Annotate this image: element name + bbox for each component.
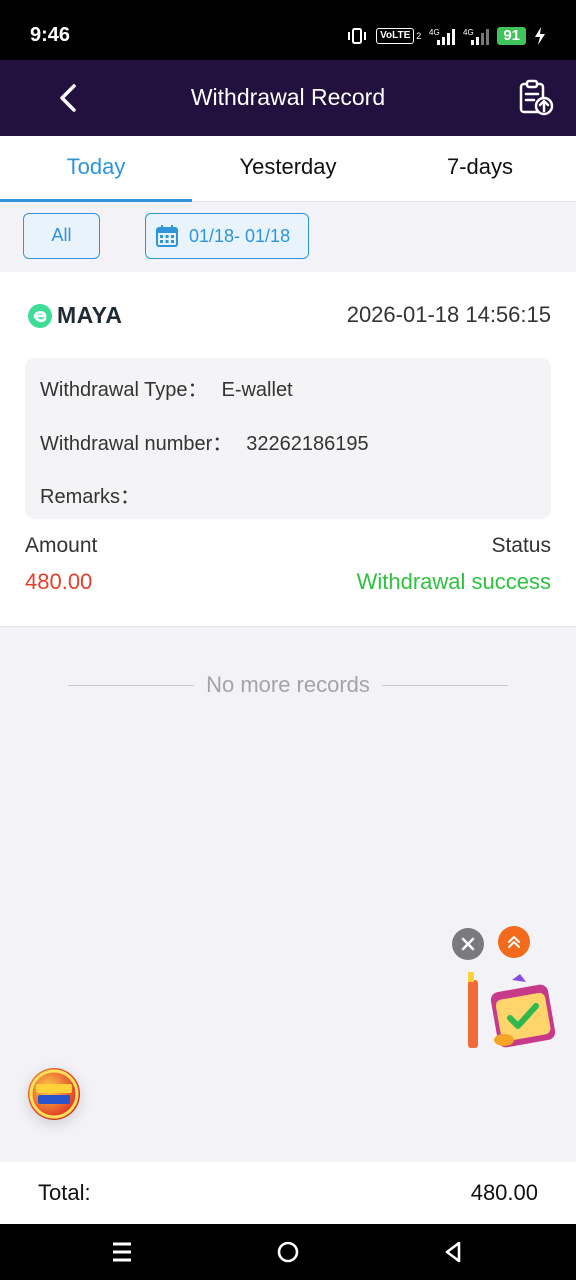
menu-icon[interactable] bbox=[108, 1238, 136, 1266]
filter-row: All 01/18- 01/18 bbox=[0, 202, 576, 272]
record-datetime: 2026-01-18 14:56:15 bbox=[346, 302, 551, 327]
tab-7-days[interactable]: 7-days bbox=[384, 136, 576, 201]
super-ph-badge-icon[interactable] bbox=[28, 1068, 80, 1120]
withdrawal-type-label: Withdrawal Type： bbox=[40, 379, 208, 401]
remarks-label: Remarks： bbox=[40, 486, 141, 508]
charging-icon bbox=[535, 27, 545, 45]
clipboard-upload-icon bbox=[519, 79, 554, 116]
list-end-indicator: No more records bbox=[68, 670, 508, 700]
amount-label: Amount bbox=[25, 534, 98, 557]
tab-yesterday[interactable]: Yesterday bbox=[192, 136, 384, 201]
date-tabs: Today Yesterday 7-days bbox=[0, 136, 576, 202]
total-value: 480.00 bbox=[470, 1180, 538, 1205]
total-label: Total: bbox=[38, 1180, 91, 1205]
vibrate-icon bbox=[348, 28, 367, 44]
signal-icon: 4G bbox=[429, 28, 456, 45]
tab-today[interactable]: Today bbox=[0, 136, 192, 202]
battery-level: 91 bbox=[497, 27, 526, 45]
withdrawal-number-label: Withdrawal number： bbox=[40, 433, 233, 455]
divider-left bbox=[68, 684, 195, 686]
date-range-label: 01/18- 01/18 bbox=[189, 225, 291, 246]
total-bar: Total: 480.00 bbox=[0, 1162, 576, 1224]
signal-icon-2: 4G bbox=[463, 28, 490, 45]
calendar-icon bbox=[156, 225, 178, 247]
home-icon[interactable] bbox=[274, 1238, 302, 1266]
system-nav-bar bbox=[0, 1224, 576, 1280]
remarks-row: Remarks： bbox=[40, 480, 154, 509]
volte-badge: VoLTE bbox=[376, 28, 415, 44]
status-label: Status bbox=[491, 534, 551, 557]
no-more-records-text: No more records bbox=[206, 672, 370, 697]
close-icon bbox=[461, 937, 475, 951]
date-range-button[interactable]: 01/18- 01/18 bbox=[145, 213, 309, 259]
filter-all-button[interactable]: All bbox=[23, 213, 100, 259]
sim-slot: 2 bbox=[416, 31, 422, 41]
status-bar: 9:46 VoLTE 2 4G 4G 91 bbox=[0, 0, 576, 60]
status-icons: VoLTE 2 4G 4G 91 bbox=[346, 27, 546, 45]
withdrawal-number-row: Withdrawal number： 32262186195 bbox=[40, 427, 369, 456]
withdrawal-record-card[interactable]: MAYA 2026-01-18 14:56:15 Withdrawal Type… bbox=[0, 272, 576, 627]
scroll-top-button[interactable] bbox=[498, 926, 530, 958]
promo-gift-icon[interactable] bbox=[466, 970, 566, 1060]
status-value: Withdrawal success bbox=[356, 569, 551, 594]
maya-logo-icon bbox=[28, 303, 52, 328]
net-label-1: 4G bbox=[429, 28, 440, 37]
double-chevron-up-icon bbox=[508, 936, 520, 948]
close-promo-button[interactable] bbox=[452, 928, 484, 960]
super-ph-logo bbox=[29, 1069, 79, 1119]
provider: MAYA bbox=[27, 302, 123, 329]
withdrawal-type-row: Withdrawal Type： E-wallet bbox=[40, 373, 293, 402]
back-nav-icon[interactable] bbox=[440, 1238, 468, 1266]
withdrawal-number-value: 32262186195 bbox=[246, 433, 369, 455]
net-label-2: 4G bbox=[463, 28, 474, 37]
record-details: Withdrawal Type： E-wallet Withdrawal numb… bbox=[25, 358, 551, 519]
divider-right bbox=[381, 684, 508, 686]
provider-name: MAYA bbox=[57, 302, 123, 328]
amount-value: 480.00 bbox=[25, 569, 93, 594]
app-header: Withdrawal Record bbox=[0, 60, 576, 136]
status-time: 9:46 bbox=[30, 24, 71, 46]
record-button[interactable] bbox=[516, 78, 556, 118]
page-title: Withdrawal Record bbox=[190, 84, 386, 110]
withdrawal-type-value: E-wallet bbox=[221, 379, 293, 401]
